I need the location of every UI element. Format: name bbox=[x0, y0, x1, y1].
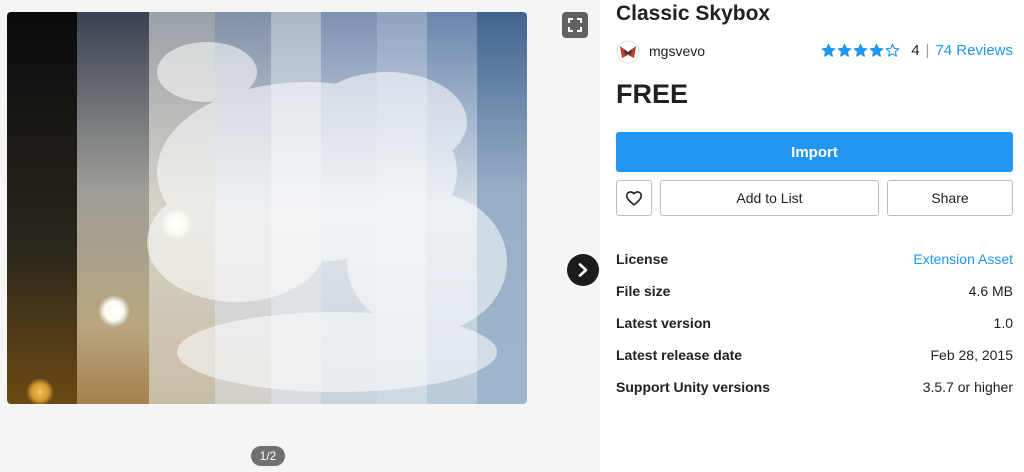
info-row-license: License Extension Asset bbox=[616, 248, 1013, 272]
publisher-row: mgsvevo 4 | 74 Reviews bbox=[616, 40, 1013, 64]
preview-image[interactable] bbox=[7, 12, 527, 404]
publisher-avatar[interactable] bbox=[616, 40, 640, 64]
info-value: 1.0 bbox=[993, 315, 1013, 331]
skybox-preview-graphic bbox=[7, 12, 527, 404]
star-icon bbox=[869, 43, 884, 57]
info-value: 3.5.7 or higher bbox=[922, 379, 1013, 395]
next-image-button[interactable] bbox=[567, 254, 599, 286]
info-label: Support Unity versions bbox=[616, 379, 771, 395]
chevron-right-icon bbox=[578, 263, 588, 277]
rating-value: 4 bbox=[911, 42, 920, 59]
license-link[interactable]: Extension Asset bbox=[913, 251, 1013, 267]
asset-title: Classic Skybox bbox=[616, 2, 771, 25]
heart-outline-icon bbox=[625, 191, 643, 206]
info-label: File size bbox=[616, 283, 671, 299]
info-label: Latest version bbox=[616, 315, 711, 331]
price: FREE bbox=[616, 79, 689, 109]
import-button[interactable]: Import bbox=[616, 132, 1013, 172]
publisher-logo-icon bbox=[616, 40, 640, 64]
image-gallery: 1/2 bbox=[0, 0, 600, 472]
info-row-unity-versions: Support Unity versions 3.5.7 or higher bbox=[616, 376, 1013, 400]
info-row-file-size: File size 4.6 MB bbox=[616, 280, 1013, 304]
rating-separator: | bbox=[925, 42, 930, 59]
favorite-button[interactable] bbox=[616, 180, 652, 216]
rating-stars bbox=[821, 43, 901, 58]
star-icon bbox=[885, 43, 900, 57]
reviews-link[interactable]: 74 Reviews bbox=[935, 42, 1013, 59]
publisher-name[interactable]: mgsvevo bbox=[649, 43, 705, 59]
share-button[interactable]: Share bbox=[887, 180, 1013, 216]
star-icon bbox=[853, 43, 868, 57]
image-pager: 1/2 bbox=[251, 446, 285, 466]
star-icon bbox=[821, 43, 836, 57]
asset-details: Classic Skybox mgsvevo 4 | 74 Reviews FR… bbox=[616, 0, 1013, 472]
expand-icon bbox=[568, 18, 582, 32]
info-label: Latest release date bbox=[616, 347, 743, 363]
info-value: Feb 28, 2015 bbox=[930, 347, 1013, 363]
info-label: License bbox=[616, 251, 669, 267]
fullscreen-button[interactable] bbox=[562, 12, 588, 38]
info-value: 4.6 MB bbox=[968, 283, 1013, 299]
info-row-latest-version: Latest version 1.0 bbox=[616, 312, 1013, 336]
add-to-list-button[interactable]: Add to List bbox=[660, 180, 879, 216]
star-icon bbox=[837, 43, 852, 57]
info-row-release-date: Latest release date Feb 28, 2015 bbox=[616, 344, 1013, 368]
rating-summary: 4 | 74 Reviews bbox=[821, 42, 1013, 59]
